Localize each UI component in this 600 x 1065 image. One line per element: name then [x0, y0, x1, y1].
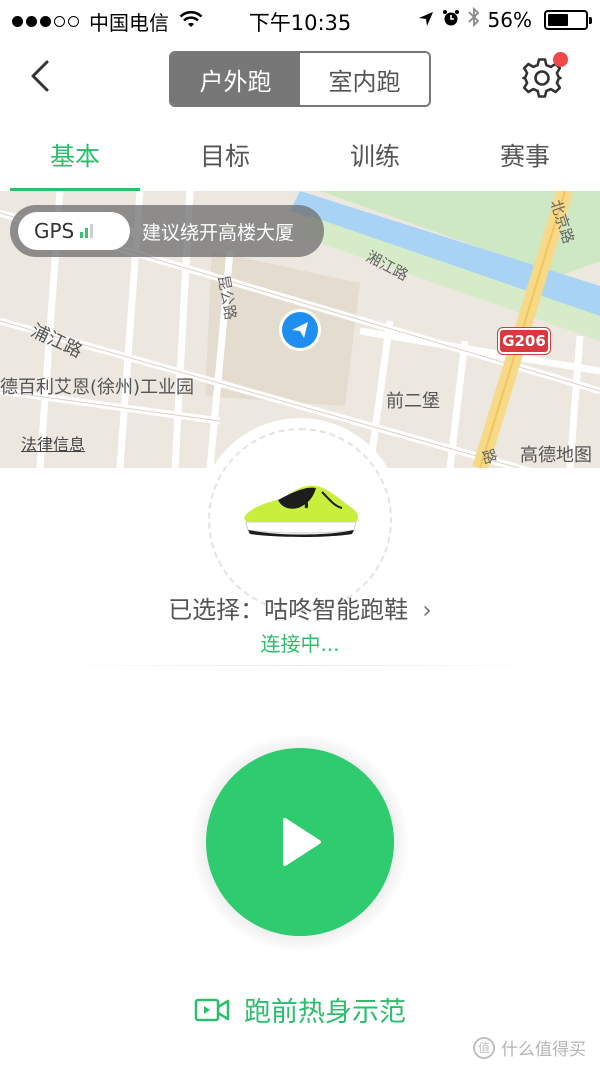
video-icon — [194, 998, 230, 1021]
location-arrow-icon — [418, 8, 434, 32]
segment-outdoor-run[interactable]: 户外跑 — [171, 53, 300, 105]
tab-goal[interactable]: 目标 — [150, 118, 300, 191]
chevron-left-icon — [31, 60, 49, 92]
legal-info-link[interactable]: 法律信息 — [21, 431, 85, 455]
alarm-icon — [442, 8, 460, 32]
nav-bar: 户外跑 室内跑 — [0, 40, 600, 118]
navigation-arrow-icon — [292, 322, 308, 338]
map-provider-logo: 高德地图 — [520, 445, 592, 466]
tab-bar: 基本 目标 训练 赛事 — [0, 118, 600, 191]
section-divider — [40, 665, 560, 666]
chevron-right-icon: › — [422, 596, 432, 624]
battery-percent: 56% — [487, 7, 532, 32]
segment-indoor-run[interactable]: 室内跑 — [300, 53, 429, 105]
map-label-qianerbao: 前二堡 — [386, 391, 440, 412]
smart-shoe-image — [238, 478, 362, 542]
tab-label: 训练 — [349, 141, 400, 171]
status-right: 56% — [418, 6, 592, 32]
watermark-text: 什么值得买 — [501, 1040, 586, 1060]
gps-signal-icon — [80, 224, 94, 238]
start-run-button[interactable] — [206, 748, 394, 936]
battery-level-fill — [548, 13, 568, 26]
tab-events[interactable]: 赛事 — [450, 118, 600, 191]
warmup-demo-link[interactable]: 跑前热身示范 — [0, 990, 600, 1029]
map-label-company: 德百利艾恩(徐州)工业园 — [0, 377, 195, 398]
device-connection-status: 连接中... — [260, 632, 340, 656]
settings-button[interactable] — [520, 52, 568, 100]
current-location-marker — [279, 309, 321, 351]
selected-device-row[interactable]: 已选择：咕咚智能跑鞋 › — [0, 590, 600, 625]
warmup-label: 跑前热身示范 — [244, 997, 406, 1028]
battery-icon — [544, 9, 592, 30]
gps-status-pill: GPS 建议绕开高楼大厦 — [10, 205, 324, 257]
status-bar: 中国电信 下午10:35 56% — [0, 0, 600, 40]
watermark-logo-icon: 值 — [473, 1036, 495, 1059]
tab-training[interactable]: 训练 — [300, 118, 450, 191]
selected-device-text: 已选择：咕咚智能跑鞋 — [168, 596, 409, 624]
notification-dot — [553, 52, 568, 67]
gps-label: GPS — [34, 219, 75, 243]
back-button[interactable] — [22, 56, 62, 96]
tab-label: 赛事 — [499, 141, 550, 171]
tab-basic[interactable]: 基本 — [0, 118, 150, 191]
bluetooth-icon — [467, 6, 480, 32]
run-mode-switch: 户外跑 室内跑 — [169, 51, 431, 107]
gps-hint: 建议绕开高楼大厦 — [142, 222, 295, 244]
tab-label: 基本 — [49, 141, 100, 171]
tab-label: 目标 — [199, 141, 250, 171]
watermark: 值 什么值得买 — [473, 1035, 586, 1060]
road-shield: G206 — [498, 328, 550, 354]
play-icon — [283, 818, 321, 866]
gps-indicator: GPS — [18, 212, 130, 250]
